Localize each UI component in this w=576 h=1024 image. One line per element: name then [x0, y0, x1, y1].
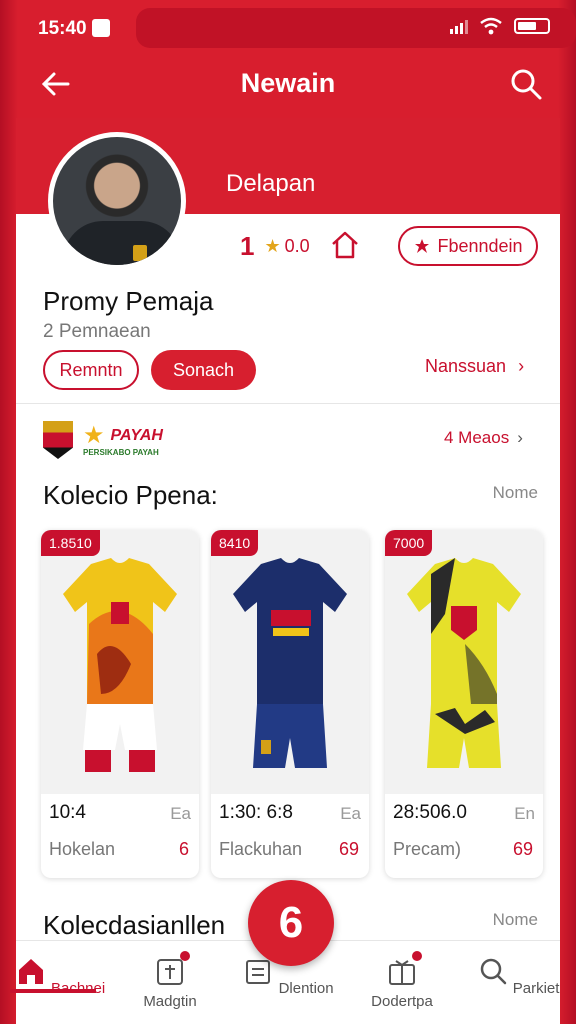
nav-label: Madgtin — [143, 993, 197, 1010]
app-bar: Newain — [16, 58, 560, 118]
jersey-image — [63, 558, 177, 772]
product-image — [211, 530, 369, 794]
nav-item-search[interactable]: Parkiet — [468, 955, 568, 997]
nav-item-gift[interactable]: Dodertpa — [352, 951, 452, 1010]
nav-label: Parkiet — [512, 980, 560, 997]
section-title-2: Kolecdasianllen — [43, 910, 226, 940]
avatar[interactable] — [48, 132, 186, 270]
notification-dot — [412, 951, 422, 961]
chevron-right-icon: › — [517, 428, 523, 447]
section-action[interactable]: Nome — [493, 483, 538, 503]
product-unit: Ea — [340, 804, 361, 823]
product-count: 6 — [178, 839, 189, 859]
product-seller: Flackuhan — [219, 839, 303, 859]
signal-icon — [450, 18, 468, 34]
sponsor-logos: ★ PAYAH PERSIKABO PAYAH — [43, 420, 163, 460]
follow-button[interactable]: Fbenndein — [398, 226, 538, 266]
follow-label: Fbenndein — [437, 235, 523, 256]
jersey-image — [407, 558, 521, 768]
sponsor-caption: PERSIKABO PAYAH — [83, 447, 159, 457]
section-action-2[interactable]: Nome — [493, 910, 538, 930]
product-image — [41, 530, 199, 794]
home-icon — [18, 959, 43, 984]
sponsor-star-icon: ★ — [83, 421, 105, 449]
house-icon[interactable] — [330, 230, 360, 260]
chevron-right-icon: › — [518, 356, 525, 376]
follow-icon — [415, 239, 430, 253]
profile-name: Promy Pemaja — [43, 286, 214, 316]
sponsor-brand: PAYAH — [110, 426, 163, 444]
product-price: 10:4 — [49, 802, 86, 823]
product-price: 1:30: 6:8 — [219, 802, 293, 823]
profile-stats: 1 ★ 0.0 — [240, 230, 310, 262]
nav-label: Dlention — [278, 980, 334, 997]
search-icon[interactable] — [506, 64, 546, 104]
gift-icon — [386, 951, 422, 987]
avatar-badge — [133, 245, 147, 261]
profile-link[interactable]: Nanssuan › — [425, 356, 524, 377]
product-card[interactable]: 8410 1:30: 6:8 Ea Flackuhan 69 — [211, 530, 369, 878]
profile-subtitle: 2 Pemnaean — [43, 321, 151, 342]
notification-dot — [180, 951, 190, 961]
calendar-icon — [154, 951, 190, 987]
product-seller: Precam) — [393, 839, 462, 859]
product-card[interactable]: 7000 28:506.0 En Precam) 69 — [385, 530, 543, 878]
primary-button[interactable]: Sonach — [151, 350, 256, 390]
rank-value: 1 — [240, 230, 255, 261]
product-count: 69 — [338, 839, 359, 859]
product-unit: En — [514, 804, 535, 823]
product-tag: 1.8510 — [41, 530, 100, 556]
outline-button[interactable]: Remntn — [43, 350, 139, 390]
floating-action-button[interactable]: 6 — [248, 880, 334, 966]
active-indicator — [10, 989, 96, 993]
sponsor-logo: ★ PAYAH PERSIKABO PAYAH — [83, 421, 163, 457]
wifi-icon — [480, 17, 502, 35]
nav-item-home[interactable]: Bachnei — [10, 955, 110, 997]
club-crest-icon — [43, 421, 73, 459]
status-bar: 15:40 — [16, 0, 576, 58]
nav-item-calendar[interactable]: Madgtin — [120, 951, 220, 1010]
profile-header-name: Delapan — [226, 170, 316, 197]
battery-icon — [514, 18, 550, 34]
fab-glyph: 6 — [278, 898, 304, 947]
profile-link-label: Nanssuan — [425, 356, 507, 376]
rating-value: 0.0 — [284, 235, 310, 256]
jersey-image — [233, 558, 347, 768]
product-card[interactable]: 1.8510 10:4 Ea Hokelan 6 — [41, 530, 199, 878]
notification-icon — [92, 19, 110, 37]
search-icon — [480, 958, 506, 985]
product-tag: 8410 — [211, 530, 259, 556]
divider — [16, 403, 560, 404]
page-title: Newain — [240, 68, 336, 98]
status-icons — [450, 17, 550, 35]
product-unit: Ea — [170, 804, 191, 823]
star-icon: ★ — [264, 235, 281, 256]
avatar-jacket — [63, 221, 181, 265]
product-tag: 7000 — [385, 530, 433, 556]
nav-label: Dodertpa — [371, 993, 433, 1010]
sponsors-more-label: 4 Meaos — [444, 428, 510, 447]
section-title: Kolecio Ppena: — [43, 480, 218, 510]
product-price: 28:506.0 — [393, 802, 467, 823]
product-image — [385, 530, 543, 794]
product-seller: Hokelan — [49, 839, 116, 859]
status-time: 15:40 — [38, 18, 87, 39]
sponsors-more-link[interactable]: 4 Meaos › — [444, 428, 523, 448]
product-count: 69 — [512, 839, 533, 859]
